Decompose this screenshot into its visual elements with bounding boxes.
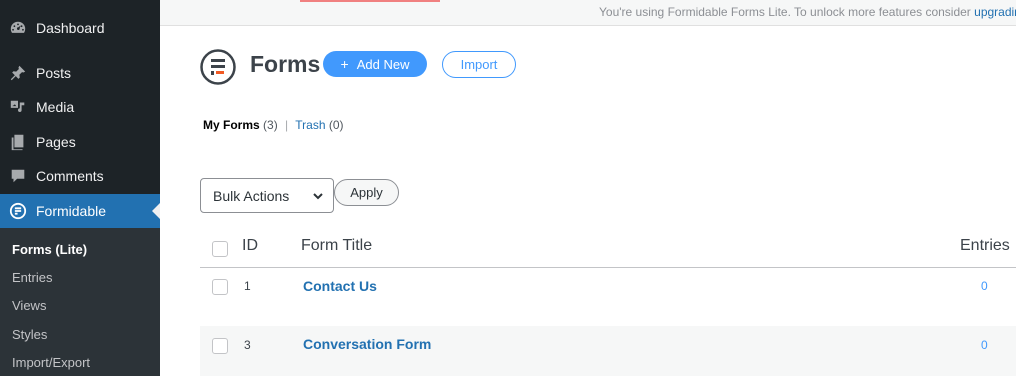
pin-icon [8,63,28,83]
upgrade-notice: You're using Formidable Forms Lite. To u… [160,0,1016,26]
sidebar-item-label: Pages [36,134,76,150]
submenu-import-export[interactable]: Import/Export [12,355,90,370]
submenu-views[interactable]: Views [12,298,46,313]
page-title: Forms [250,51,321,77]
row-entries-link[interactable]: 0 [981,338,988,352]
notice-text: You're using Formidable Forms Lite. To u… [599,5,975,19]
column-entries[interactable]: Entries [960,237,1010,255]
chevron-down-icon [313,193,323,200]
table-row: 3 Conversation Form 0 [200,326,1016,376]
row-entries-link[interactable]: 0 [981,279,988,293]
sidebar-item-label: Media [36,99,75,115]
bulk-actions-value: Bulk Actions [213,187,290,204]
formidable-icon [8,201,28,221]
sidebar-item-media[interactable]: Media [0,90,160,124]
sidebar-item-label: Dashboard [36,20,105,36]
row-checkbox[interactable] [212,279,228,295]
row-form-title-link[interactable]: Contact Us [303,278,377,294]
row-form-title-link[interactable]: Conversation Form [303,336,431,352]
add-new-button[interactable]: + Add New [323,51,427,77]
sidebar-item-label: Formidable [36,203,107,219]
sidebar-item-formidable[interactable]: Formidable [0,194,160,228]
sidebar-item-posts[interactable]: Posts [0,56,160,90]
my-forms-count: (3) [263,118,278,132]
submenu-styles[interactable]: Styles [12,327,47,342]
sidebar-item-dashboard[interactable]: Dashboard [0,11,160,45]
trash-count: (0) [328,118,344,132]
formidable-submenu: Forms (Lite) Entries Views Styles Import… [0,228,160,376]
table-row: 1 Contact Us 0 [200,269,1016,319]
notice-accent-line [300,0,440,2]
submenu-entries[interactable]: Entries [12,270,52,285]
add-new-label: Add New [356,56,410,72]
plus-icon: + [340,56,349,72]
dashboard-icon [8,18,28,38]
sidebar-item-comments[interactable]: Comments [0,159,160,193]
import-button[interactable]: Import [442,51,516,78]
pages-icon [8,132,28,152]
current-menu-arrow [152,203,160,219]
filter-my-forms[interactable]: My Forms [203,118,260,132]
admin-sidebar: Dashboard Posts Media Pages Comments For… [0,0,160,376]
column-form-title[interactable]: Form Title [301,237,372,255]
sidebar-item-label: Posts [36,65,72,81]
table-header: ID Form Title Entries [200,228,1016,268]
comment-icon [8,166,28,186]
form-status-filters: My Forms (3) | Trash (0) [203,118,344,132]
filter-trash[interactable]: Trash [295,118,325,132]
media-icon [8,97,28,117]
upgrade-link[interactable]: upgrading to PRO. [974,5,1016,19]
submenu-forms-lite[interactable]: Forms (Lite) [12,242,87,257]
bulk-actions-select[interactable]: Bulk Actions [200,178,334,213]
sidebar-item-pages[interactable]: Pages [0,125,160,159]
column-id[interactable]: ID [242,237,258,255]
filter-separator: | [285,118,289,132]
select-all-checkbox[interactable] [212,241,228,257]
sidebar-item-label: Comments [36,168,104,184]
apply-button[interactable]: Apply [334,179,399,206]
row-checkbox[interactable] [212,338,228,354]
formidable-logo [200,49,236,85]
row-id: 3 [244,338,251,352]
notice-text-wrap: You're using Formidable Forms Lite. To u… [599,5,1016,19]
row-id: 1 [244,279,251,293]
